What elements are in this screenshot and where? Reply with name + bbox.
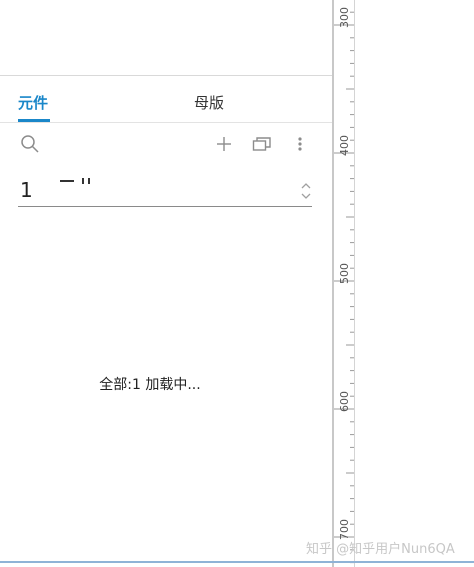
ruler-ticks: 300 400 500 600 700 [334,7,354,564]
more-vertical-icon [298,137,302,151]
vertical-ruler: 300 400 500 600 700 [334,0,355,567]
plus-icon [217,137,231,151]
chevron-updown-icon[interactable] [300,180,312,202]
search-icon [21,135,39,153]
ruler-label: 400 [338,135,351,156]
loading-status: 全部:1 加载中... [99,377,201,393]
library-select[interactable]: 1 [18,172,312,207]
search-button[interactable] [18,132,42,156]
ruler-label: 600 [338,391,351,412]
ruler-label: 300 [338,7,351,28]
design-canvas[interactable] [355,0,474,567]
bottom-border [0,561,474,563]
clipped-select-text [58,174,102,184]
duplicate-icon [252,137,271,151]
active-tab-indicator [18,119,50,122]
library-select-value: 1 [20,178,33,202]
tab-masters[interactable]: 母版 [194,94,224,112]
library-toolbar [0,123,332,165]
library-options-button[interactable] [250,132,274,156]
ruler-label: 700 [338,519,351,540]
ruler-label: 500 [338,263,351,284]
tab-components[interactable]: 元件 [18,94,48,112]
add-library-button[interactable] [212,132,236,156]
watermark-text: 知乎 @知乎用户Nun6QA [306,542,455,557]
more-options-button[interactable] [288,132,312,156]
widget-library-panel: 元件 母版 1 全部:1 加载中... [0,0,332,567]
library-tabs: 元件 母版 [0,76,332,123]
